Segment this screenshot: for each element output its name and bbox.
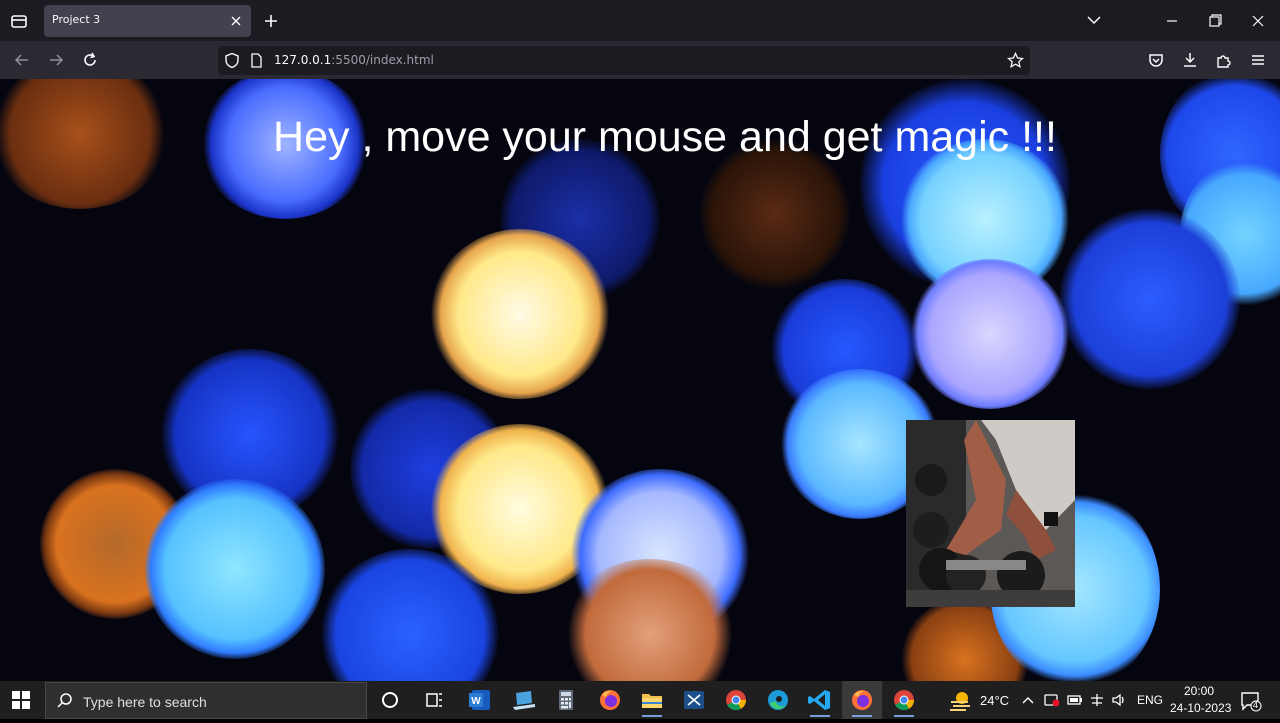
clock-time[interactable]: 20:00 [1184,684,1214,698]
battery-icon[interactable] [1066,692,1084,712]
network-icon[interactable] [1088,692,1106,712]
svg-text:W: W [471,696,481,707]
vscode-icon[interactable] [800,681,840,719]
url-text: 127.0.0.1:5500/index.html [274,53,434,67]
minimize-icon[interactable] [1158,8,1186,34]
notification-center-icon[interactable]: 4 [1239,689,1263,717]
hamburger-menu-icon[interactable] [1248,50,1268,70]
navigation-toolbar: 127.0.0.1:5500/index.html [0,41,1280,79]
extensions-icon[interactable] [1214,50,1234,70]
new-tab-icon[interactable] [262,12,280,30]
address-bar[interactable]: 127.0.0.1:5500/index.html [218,46,1030,75]
weather-icon[interactable] [948,688,974,716]
browser-tab-bar: Project 3 [0,0,1280,41]
close-window-icon[interactable] [1244,8,1272,34]
weather-temperature[interactable]: 24°C [980,693,1009,708]
url-host: 127.0.0.1 [274,53,332,67]
forward-arrow-icon[interactable] [46,50,66,70]
windows-taskbar: Type here to search W 24°C ENG 20:00 24-… [0,681,1280,719]
notification-count: 4 [1253,700,1259,710]
snipping-tool-icon[interactable] [674,681,714,719]
task-view-icon[interactable] [414,681,454,719]
reload-icon[interactable] [80,50,100,70]
pocket-icon[interactable] [1146,50,1166,70]
search-icon [56,692,74,714]
downloads-icon[interactable] [1180,50,1200,70]
tab-project-3[interactable]: Project 3 [44,5,251,37]
page-icon[interactable] [250,53,263,72]
clock-date[interactable]: 24-10-2023 [1170,701,1231,715]
search-placeholder: Type here to search [83,694,207,710]
dumbbell-photo [906,420,1075,607]
back-arrow-icon[interactable] [12,50,32,70]
cortana-icon[interactable] [370,681,410,719]
page-content[interactable]: Hey , move your mouse and get magic !!! [0,79,1280,681]
firefox-active-icon[interactable] [842,681,882,719]
word-app-icon[interactable]: W [460,681,500,719]
volume-icon[interactable] [1110,692,1128,712]
bokeh-background [0,79,1280,681]
list-all-tabs-icon[interactable] [8,10,30,32]
shield-icon[interactable] [224,52,240,73]
close-icon[interactable] [229,13,243,27]
language-indicator[interactable]: ENG [1137,693,1163,707]
bookmark-star-icon[interactable] [1006,51,1025,73]
file-explorer-icon[interactable] [632,681,672,719]
chrome-second-icon[interactable] [884,681,924,719]
restore-icon[interactable] [1201,8,1229,34]
edge-icon[interactable] [758,681,798,719]
firefox-icon[interactable] [590,681,630,719]
calculator-icon[interactable] [546,681,586,719]
url-path: :5500/index.html [331,53,434,67]
tab-title: Project 3 [52,13,101,26]
laptop-app-icon[interactable] [504,681,544,719]
page-headline: Hey , move your mouse and get magic !!! [273,113,1057,161]
chevron-up-icon[interactable] [1021,693,1035,712]
chevron-down-icon[interactable] [1080,8,1108,34]
meet-now-icon[interactable] [1043,691,1061,713]
chrome-icon[interactable] [716,681,756,719]
taskbar-search-box[interactable]: Type here to search [45,682,367,719]
windows-start-icon[interactable] [12,691,30,709]
